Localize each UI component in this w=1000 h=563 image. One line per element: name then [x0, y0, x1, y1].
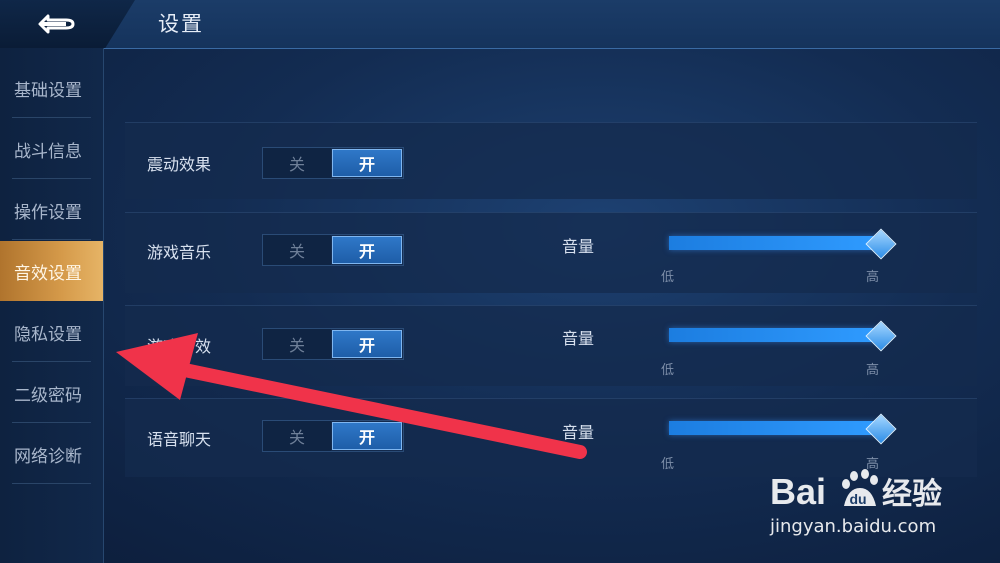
sidebar-item-privacy[interactable]: 隐私设置 [0, 302, 103, 362]
sidebar-item-sound[interactable]: 音效设置 [0, 241, 103, 301]
sidebar-item-label: 基础设置 [14, 80, 82, 101]
volume-label: 音量 [562, 237, 595, 256]
volume-label: 音量 [562, 423, 595, 442]
page-title: 设置 [158, 12, 204, 36]
toggle-on-button[interactable]: 开 [332, 149, 402, 177]
header-bar: 设置 [0, 0, 1000, 49]
sidebar-item-secondary-password[interactable]: 二级密码 [0, 363, 103, 423]
toggle-on-button[interactable]: 开 [332, 330, 402, 358]
sidebar-item-label: 隐私设置 [14, 324, 82, 345]
setting-label: 震动效果 [147, 155, 212, 174]
vibration-toggle[interactable]: 关 开 [262, 147, 404, 179]
toggle-off-button[interactable]: 关 [263, 148, 331, 178]
watermark-url: jingyan.baidu.com [770, 516, 937, 537]
baidu-jingyan-watermark-icon: Bai du 经验 [770, 469, 942, 512]
voice-volume-slider[interactable] [669, 421, 879, 435]
sidebar-item-controls[interactable]: 操作设置 [0, 180, 103, 240]
setting-label: 游戏音效 [147, 337, 212, 356]
sfx-volume-slider[interactable] [669, 328, 879, 342]
voice-chat-toggle[interactable]: 关 开 [262, 420, 404, 452]
sfx-toggle[interactable]: 关 开 [262, 328, 404, 360]
toggle-on-button[interactable]: 开 [332, 422, 402, 450]
slider-handle[interactable] [865, 320, 897, 352]
slider-handle[interactable] [865, 228, 897, 260]
volume-label: 音量 [562, 329, 595, 348]
setting-row-music: 游戏音乐 关 开 音量 低 高 [125, 212, 977, 293]
volume-high-label: 高 [866, 363, 880, 378]
sidebar-item-label: 二级密码 [14, 385, 82, 406]
setting-row-sfx: 游戏音效 关 开 音量 低 高 [125, 305, 977, 386]
settings-sidebar: 基础设置 战斗信息 操作设置 音效设置 隐私设置 二级密码 网络诊断 [0, 48, 104, 563]
sidebar-item-battle-info[interactable]: 战斗信息 [0, 119, 103, 179]
svg-text:Bai: Bai [770, 471, 826, 512]
sidebar-item-network[interactable]: 网络诊断 [0, 424, 103, 484]
toggle-on-button[interactable]: 开 [332, 236, 402, 264]
svg-text:经验: 经验 [882, 477, 942, 512]
setting-label: 游戏音乐 [147, 243, 212, 262]
setting-row-vibration: 震动效果 关 开 [125, 122, 977, 199]
sidebar-item-label: 网络诊断 [14, 446, 82, 467]
slider-handle[interactable] [865, 413, 897, 445]
sidebar-item-label: 音效设置 [14, 263, 82, 284]
toggle-off-button[interactable]: 关 [263, 421, 331, 451]
sidebar-item-label: 战斗信息 [14, 141, 82, 162]
back-arrow-icon [38, 14, 75, 34]
setting-label: 语音聊天 [147, 430, 212, 449]
volume-low-label: 低 [661, 270, 675, 285]
toggle-off-button[interactable]: 关 [263, 329, 331, 359]
sidebar-item-basic[interactable]: 基础设置 [0, 58, 103, 118]
svg-text:du: du [849, 491, 866, 507]
volume-high-label: 高 [866, 270, 880, 285]
back-button[interactable] [0, 0, 135, 48]
toggle-off-button[interactable]: 关 [263, 235, 331, 265]
volume-low-label: 低 [661, 363, 675, 378]
sidebar-item-label: 操作设置 [14, 202, 82, 223]
music-volume-slider[interactable] [669, 236, 879, 250]
setting-row-voice-chat: 语音聊天 关 开 音量 低 高 [125, 398, 977, 477]
volume-low-label: 低 [661, 457, 675, 472]
music-toggle[interactable]: 关 开 [262, 234, 404, 266]
